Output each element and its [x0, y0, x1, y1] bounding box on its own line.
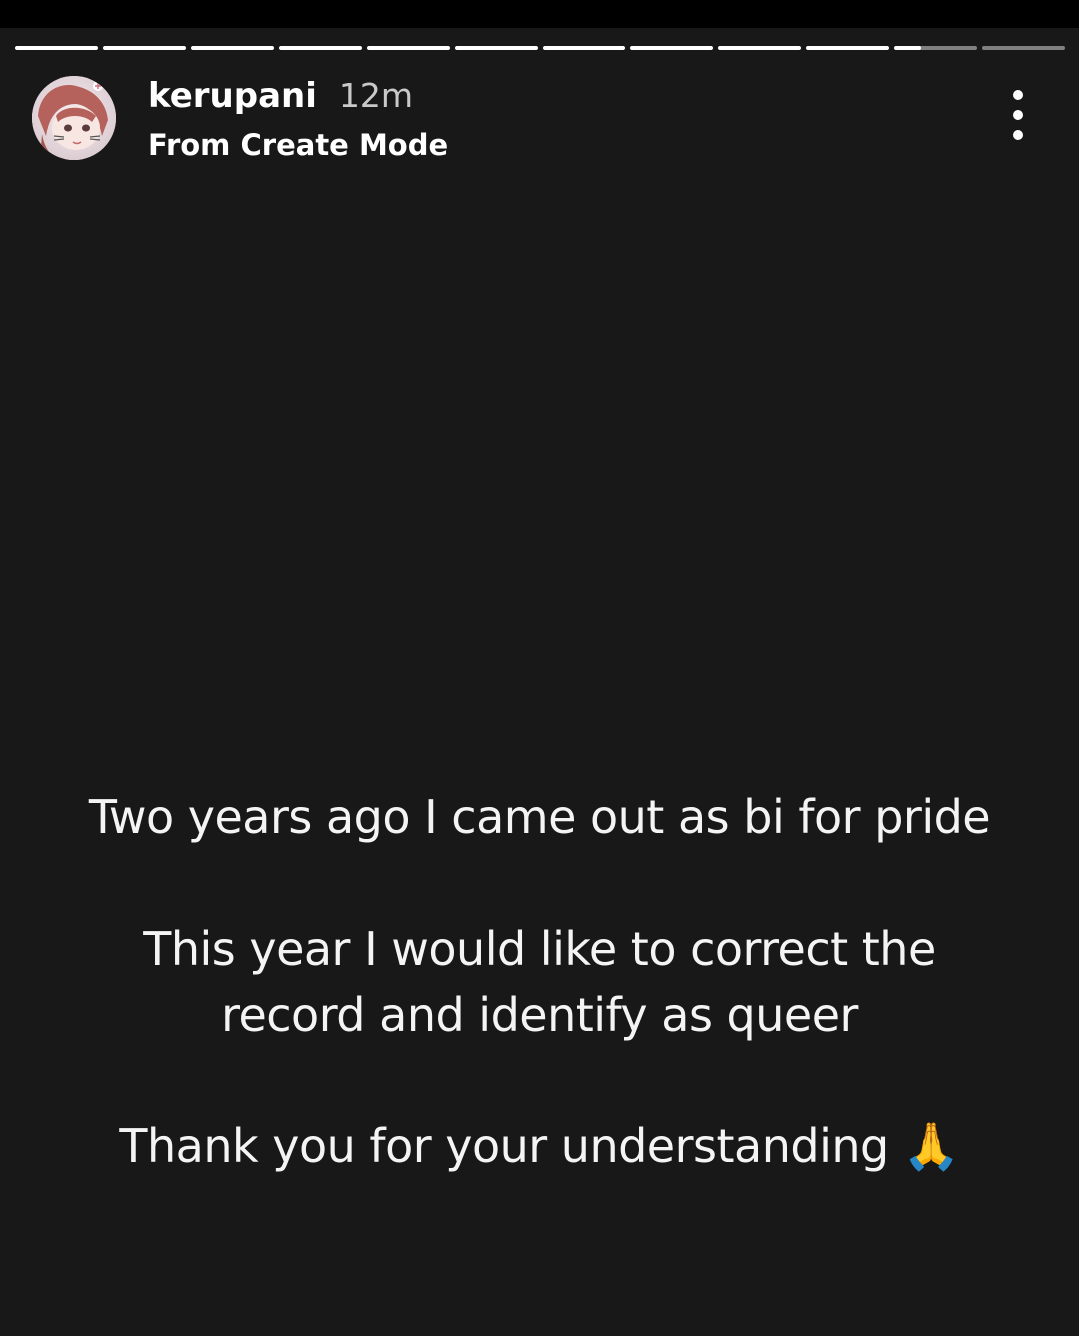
story-progress-segment: [454, 46, 538, 50]
praying-hands-emoji: 🙏: [902, 1119, 960, 1173]
profile-avatar[interactable]: [32, 76, 116, 160]
story-progress-segment: [15, 46, 98, 50]
timestamp: 12m: [338, 76, 414, 115]
story-progress-segment: [190, 46, 274, 50]
story-progress-fill: [366, 46, 450, 50]
story-text-line: record and identify as queer: [221, 988, 858, 1042]
more-dot: [1013, 90, 1023, 100]
story-progress-fill: [15, 46, 98, 50]
story-progress-segment: [278, 46, 362, 50]
story-progress-segment: [718, 46, 802, 50]
more-dot: [1013, 110, 1023, 120]
user-line: kerupani 12m: [148, 76, 413, 116]
story-progress-fill: [190, 46, 274, 50]
story-progress-segment: [366, 46, 450, 50]
create-mode-label[interactable]: From Create Mode: [148, 128, 448, 162]
more-dot: [1013, 130, 1023, 140]
story-progress-fill: [894, 46, 921, 50]
story-progress-segment: [982, 46, 1066, 50]
story-text-line: Two years ago I came out as bi for pride: [88, 790, 991, 844]
story-progress-bar: [15, 46, 1066, 51]
story-progress-segment: [894, 46, 978, 50]
story-progress-fill: [806, 46, 890, 50]
story-progress-fill: [630, 46, 714, 50]
more-options-icon[interactable]: [1003, 90, 1033, 140]
story-progress-fill: [278, 46, 362, 50]
avatar-image: [32, 76, 116, 160]
story-progress-fill: [718, 46, 802, 50]
story-progress-fill: [102, 46, 186, 50]
story-progress-fill: [454, 46, 538, 50]
story-progress-segment: [806, 46, 890, 50]
story-text-line: This year I would like to correct the: [143, 922, 936, 976]
status-bar-strip: [0, 0, 1079, 28]
story-text-closing: Thank you for your understanding 🙏: [0, 1119, 1079, 1174]
username[interactable]: kerupani: [148, 76, 317, 116]
story-progress-segment: [542, 46, 626, 50]
story-progress-segment: [102, 46, 186, 50]
story-progress-fill: [542, 46, 626, 50]
story-progress-segment: [630, 46, 714, 50]
story-header: kerupani 12m From Create Mode: [32, 76, 1047, 162]
story-text-line: Thank you for your understanding: [119, 1119, 889, 1173]
